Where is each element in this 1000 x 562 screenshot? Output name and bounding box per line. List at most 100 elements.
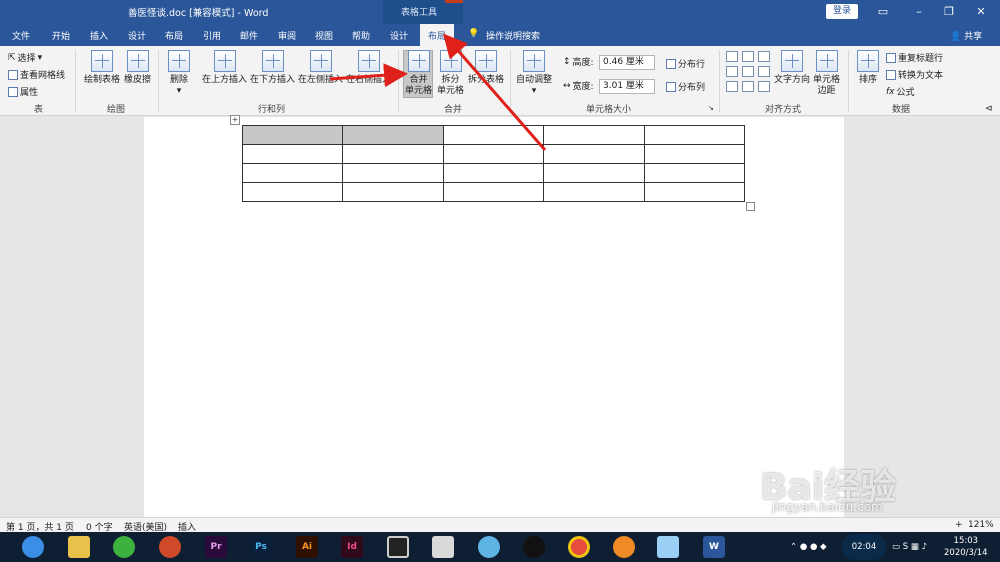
align-middle-right-icon[interactable] [758,66,770,77]
table-cell[interactable] [342,144,444,164]
table-cell-selected[interactable] [342,125,444,145]
table-cell[interactable] [543,182,645,202]
zoom-level[interactable]: 121% [968,520,994,530]
cell-size-launcher-icon[interactable]: ↘ [708,104,714,112]
delete-button[interactable]: 删除 ▾ [168,50,190,97]
premiere-icon[interactable]: Pr [205,536,227,558]
indesign-icon[interactable]: Id [341,536,363,558]
distribute-rows-button[interactable]: 分布行 [666,57,705,70]
wechat-icon[interactable] [113,536,135,558]
table-cell[interactable] [543,163,645,183]
align-bottom-right-icon[interactable] [758,81,770,92]
maximize-icon[interactable]: ❐ [938,3,960,21]
share-button[interactable]: 👤 共享 [950,29,982,42]
insert-left-button[interactable]: 在左侧插入 [298,50,343,86]
ribbon-display-icon[interactable]: ▭ [872,3,894,21]
table-cell[interactable] [643,163,746,183]
convert-text-button[interactable]: 转换为文本 [886,68,943,81]
insert-right-button[interactable]: 在右侧插入 [346,50,391,86]
formula-button[interactable]: fx 公式 [886,85,915,99]
tab-design[interactable]: 设计 [128,29,146,42]
word-icon[interactable]: W [703,536,725,558]
word-table[interactable] [241,125,746,202]
tab-table-layout[interactable]: 布局 [420,24,455,46]
qq-icon[interactable] [523,536,545,558]
tab-file[interactable]: 文件 [12,29,30,42]
tray-icons[interactable]: ⌃ ● ● ◆ [790,541,827,553]
tab-help[interactable]: 帮助 [352,29,370,42]
distribute-cols-button[interactable]: 分布列 [666,80,705,93]
login-button[interactable]: 登录 [826,4,858,19]
width-input[interactable]: 3.01 厘米 [599,79,655,94]
repeat-header-button[interactable]: 重复标题行 [886,51,943,64]
table-cell[interactable] [643,182,746,202]
tab-table-design[interactable]: 设计 [390,29,408,42]
select-button[interactable]: ⇱ 选择 ▾ [8,51,42,65]
align-top-center-icon[interactable] [742,51,754,62]
clock[interactable]: 15:03 2020/3/14 [944,535,988,559]
align-top-left-icon[interactable] [726,51,738,62]
split-table-button[interactable]: 拆分表格 [468,50,504,86]
table-cell[interactable] [543,144,645,164]
tab-review[interactable]: 审阅 [278,29,296,42]
app-icon[interactable] [432,536,454,558]
cell-margins-button[interactable]: 单元格 边距 [813,50,840,97]
tab-references[interactable]: 引用 [203,29,221,42]
browser-icon[interactable] [22,536,44,558]
merge-cells-button-overlay[interactable]: 合并 单元格 [405,50,432,97]
table-cell[interactable] [442,125,545,145]
align-middle-left-icon[interactable] [726,66,738,77]
eraser-button[interactable]: 橡皮擦 [124,50,151,86]
distribute-cols-icon [666,81,676,92]
height-input[interactable]: 0.46 厘米 [599,55,655,70]
folder-icon[interactable] [68,536,90,558]
table-cell[interactable] [241,144,344,164]
tray-icons-right[interactable]: ▭ S ▦ ♪ [892,541,927,553]
table-cell[interactable] [241,182,344,202]
text-direction-button[interactable]: 文字方向 [774,50,810,86]
draw-table-button[interactable]: 绘制表格 [84,50,120,86]
collapse-ribbon-icon[interactable]: ⊲ [985,104,993,114]
table-resize-handle[interactable] [746,202,755,211]
photoshop-icon[interactable]: Ps [250,536,272,558]
table-cell[interactable] [442,182,545,202]
table-cell[interactable] [543,125,645,145]
tab-mailings[interactable]: 邮件 [240,29,258,42]
tab-insert[interactable]: 插入 [90,29,108,42]
align-bottom-left-icon[interactable] [726,81,738,92]
view-gridlines-button[interactable]: 查看网格线 [8,68,65,81]
table-cell[interactable] [643,144,746,164]
powerpoint-icon[interactable] [159,536,181,558]
table-cell[interactable] [442,163,545,183]
insert-below-button[interactable]: 在下方插入 [250,50,295,86]
minimize-icon[interactable]: – [908,3,930,21]
align-bottom-center-icon[interactable] [742,81,754,92]
tab-view[interactable]: 视图 [315,29,333,42]
cloud-icon[interactable] [478,536,500,558]
properties-button[interactable]: 属性 [8,85,38,98]
table-cell[interactable] [643,125,746,145]
sort-button[interactable]: 排序 [857,50,879,86]
table-cell[interactable] [442,144,545,164]
chrome-icon[interactable] [568,536,590,558]
align-top-right-icon[interactable] [758,51,770,62]
tab-layout[interactable]: 布局 [165,29,183,42]
table-cell[interactable] [342,182,444,202]
table-cell[interactable] [342,163,444,183]
align-center-icon[interactable] [742,66,754,77]
close-icon[interactable]: ✕ [970,3,992,21]
autofit-label: 自动调整 [516,75,553,85]
tell-me-search[interactable]: 操作说明搜索 [486,29,540,42]
illustrator-icon[interactable]: Ai [296,536,318,558]
autofit-button[interactable]: 自动调整 ▾ [516,50,552,97]
split-cells-button[interactable]: 拆分 单元格 [437,50,464,97]
zoom-in-icon[interactable]: + [955,520,963,530]
table-cell-selected[interactable] [241,125,344,145]
table-cell[interactable] [241,163,344,183]
video-editor-icon[interactable] [387,536,409,558]
insert-above-button[interactable]: 在上方插入 [202,50,247,86]
table-move-handle-icon[interactable]: + [230,115,240,125]
app-icon[interactable] [657,536,679,558]
tab-home[interactable]: 开始 [52,29,70,42]
firefox-icon[interactable] [613,536,635,558]
